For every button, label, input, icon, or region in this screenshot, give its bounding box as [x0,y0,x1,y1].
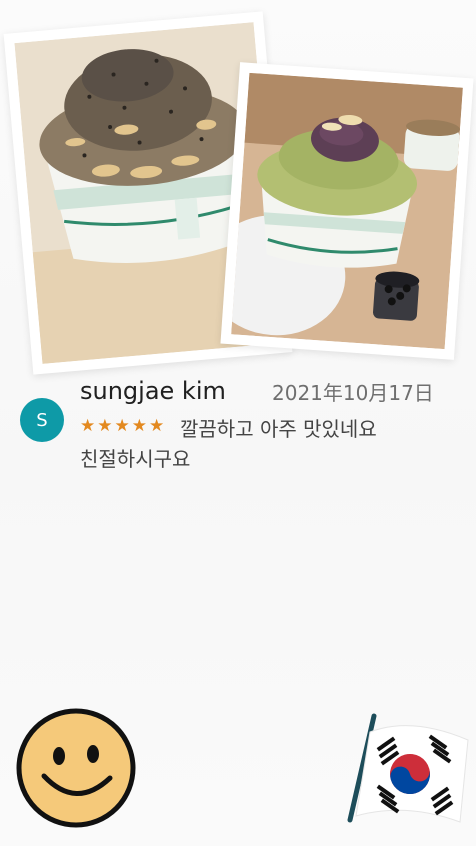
avatar-initial: S [36,409,48,431]
korean-flag-icon [342,712,472,830]
review-date: 2021年10月17日 [272,381,434,405]
bingsu-green-tea-photo[interactable] [220,62,474,360]
smiley-face-icon [14,706,138,830]
reviewer-name: sungjae kim [80,377,226,405]
review-text-line2: 친절하시구요 [80,447,191,471]
review-text-line1: 깔끔하고 아주 맛있네요 [180,417,377,441]
reviewer-avatar[interactable]: S [20,398,64,442]
bingsu-green-tea-image [231,72,463,350]
star-rating: ★★★★★ [80,416,167,436]
